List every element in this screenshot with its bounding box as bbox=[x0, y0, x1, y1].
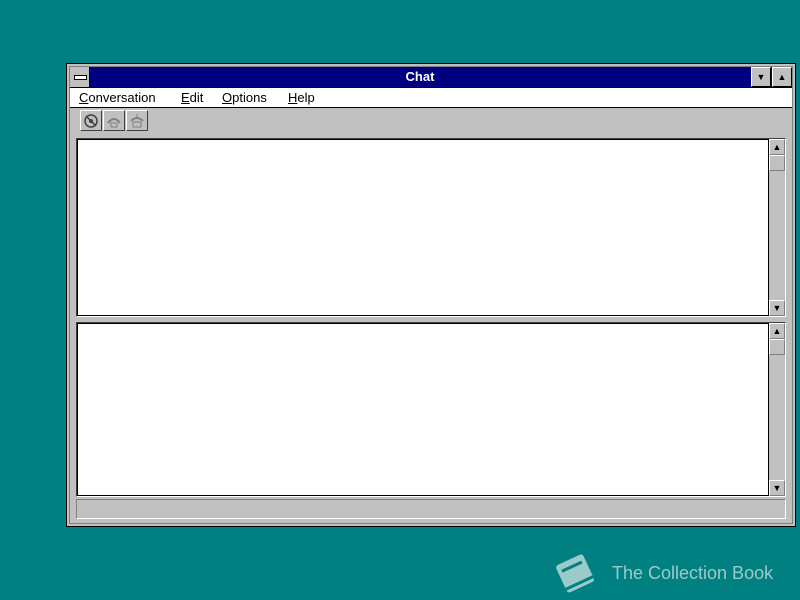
watermark: The Collection Book bbox=[548, 548, 788, 598]
watermark-text: The Collection Book bbox=[612, 563, 774, 583]
local-text-pane[interactable]: ▲ ▼ bbox=[76, 322, 786, 497]
scroll-up-button[interactable]: ▲ bbox=[769, 323, 785, 339]
system-menu-icon bbox=[74, 75, 87, 80]
minimize-button[interactable]: ▼ bbox=[751, 67, 771, 87]
menu-options[interactable]: Options bbox=[222, 88, 267, 107]
remote-text-area[interactable] bbox=[77, 139, 785, 316]
menu-help[interactable]: Help bbox=[288, 88, 315, 107]
chat-window: Chat ▼ ▲ Conversation Edit Options Help bbox=[66, 63, 796, 527]
arrow-down-icon: ▼ bbox=[772, 303, 782, 313]
answer-button[interactable] bbox=[103, 110, 125, 131]
remote-scrollbar[interactable]: ▲ ▼ bbox=[768, 139, 785, 316]
menu-conversation[interactable]: Conversation bbox=[79, 88, 156, 107]
scroll-thumb[interactable] bbox=[769, 339, 785, 355]
answer-icon bbox=[107, 118, 121, 128]
system-menu-button[interactable] bbox=[70, 67, 90, 87]
dial-icon bbox=[84, 114, 98, 128]
minimize-icon: ▼ bbox=[756, 72, 766, 82]
scroll-down-button[interactable]: ▼ bbox=[769, 300, 785, 316]
hang-up-button[interactable] bbox=[126, 110, 148, 131]
window-title: Chat bbox=[405, 69, 435, 84]
toolbar bbox=[70, 108, 792, 134]
scroll-thumb[interactable] bbox=[769, 155, 785, 171]
window-frame: Chat ▼ ▲ Conversation Edit Options Help bbox=[69, 66, 793, 524]
menu-bar: Conversation Edit Options Help bbox=[70, 88, 792, 108]
arrow-down-icon: ▼ bbox=[772, 483, 782, 493]
hang-up-icon bbox=[130, 114, 144, 128]
book-icon bbox=[556, 554, 595, 593]
arrow-up-icon: ▲ bbox=[772, 326, 782, 336]
menu-edit[interactable]: Edit bbox=[181, 88, 203, 107]
scroll-up-button[interactable]: ▲ bbox=[769, 139, 785, 155]
maximize-icon: ▲ bbox=[777, 72, 787, 82]
scroll-down-button[interactable]: ▼ bbox=[769, 480, 785, 496]
title-bar[interactable]: Chat ▼ ▲ bbox=[70, 67, 792, 88]
arrow-up-icon: ▲ bbox=[772, 142, 782, 152]
local-scrollbar[interactable]: ▲ ▼ bbox=[768, 323, 785, 496]
dial-button[interactable] bbox=[80, 110, 102, 131]
local-text-area[interactable] bbox=[77, 323, 785, 496]
maximize-button[interactable]: ▲ bbox=[772, 67, 792, 87]
status-bar bbox=[76, 499, 786, 519]
scroll-track[interactable] bbox=[769, 171, 785, 300]
scroll-track[interactable] bbox=[769, 355, 785, 480]
remote-text-pane[interactable]: ▲ ▼ bbox=[76, 138, 786, 317]
